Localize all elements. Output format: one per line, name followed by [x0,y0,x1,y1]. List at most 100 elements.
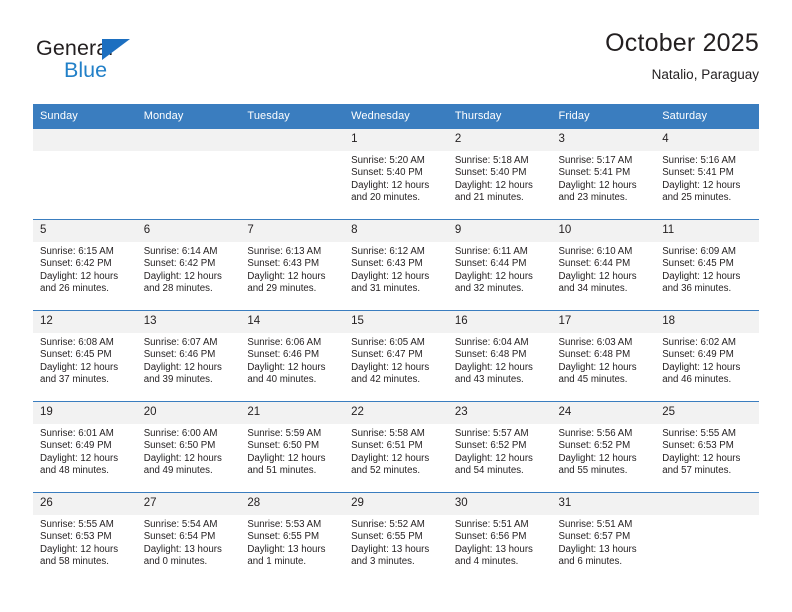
sunrise-text: Sunrise: 5:55 AM [40,519,114,530]
day-cell[interactable]: 8 Sunrise: 6:12 AM Sunset: 6:43 PM Daylight… [344,219,448,311]
day-details: Sunrise: 5:57 AM Sunset: 6:52 PM Daylight:… [448,424,552,478]
weekday-header-tuesday: Tuesday [240,104,345,129]
day-cell[interactable]: 21 Sunrise: 5:59 AM Sunset: 6:50 PM Dayligh… [240,401,345,493]
daylight-text: Daylight: 12 hours and 43 minutes. [454,361,533,386]
day-cell[interactable]: 15 Sunrise: 6:05 AM Sunset: 6:47 PM Dayligh… [344,310,448,402]
day-number: 7 [240,220,345,242]
sunrise-text: Sunrise: 5:17 AM [558,155,633,166]
day-cell[interactable]: 24 Sunrise: 5:56 AM Sunset: 6:52 PM Dayligh… [551,401,656,493]
day-number [240,129,345,151]
daylight-text: Daylight: 12 hours and 55 minutes. [558,452,637,477]
sunrise-text: Sunrise: 6:09 AM [662,246,736,257]
sunset-text: Sunset: 6:55 PM [247,531,320,543]
sunset-text: Sunset: 6:56 PM [454,531,527,543]
day-details: Sunrise: 6:04 AM Sunset: 6:48 PM Daylight:… [448,333,552,387]
sunset-text: Sunset: 6:50 PM [143,440,216,452]
day-cell[interactable]: 1 Sunrise: 5:20 AM Sunset: 5:40 PM Daylight… [344,128,448,220]
day-cell[interactable]: 19 Sunrise: 6:01 AM Sunset: 6:49 PM Dayligh… [33,401,137,493]
sunrise-text: Sunrise: 6:08 AM [40,337,114,348]
day-number: 14 [240,311,345,333]
day-cell[interactable]: 4 Sunrise: 5:16 AM Sunset: 5:41 PM Daylight… [655,128,759,220]
daylight-text: Daylight: 12 hours and 25 minutes. [662,179,741,204]
daylight-text: Daylight: 12 hours and 54 minutes. [454,452,533,477]
day-cell[interactable]: 9 Sunrise: 6:11 AM Sunset: 6:44 PM Daylight… [447,219,552,311]
calendar-week-row: 1 Sunrise: 5:20 AM Sunset: 5:40 PM Daylight… [33,128,759,220]
day-cell[interactable]: 18 Sunrise: 6:02 AM Sunset: 6:49 PM Dayligh… [655,310,759,402]
day-cell-empty [655,492,759,584]
sunset-text: Sunset: 6:54 PM [143,531,216,543]
day-cell[interactable]: 27 Sunrise: 5:54 AM Sunset: 6:54 PM Dayligh… [136,492,241,584]
day-cell[interactable]: 10 Sunrise: 6:10 AM Sunset: 6:44 PM Dayligh… [551,219,656,311]
daylight-text: Daylight: 12 hours and 45 minutes. [558,361,637,386]
day-details: Sunrise: 6:08 AM Sunset: 6:45 PM Daylight:… [33,333,137,387]
day-cell[interactable]: 5 Sunrise: 6:15 AM Sunset: 6:42 PM Daylight… [33,219,137,311]
day-cell[interactable]: 11 Sunrise: 6:09 AM Sunset: 6:45 PM Dayligh… [655,219,759,311]
day-details: Sunrise: 5:52 AM Sunset: 6:55 PM Daylight:… [344,515,448,569]
day-details: Sunrise: 5:55 AM Sunset: 6:53 PM Daylight:… [655,424,759,478]
day-cell[interactable]: 12 Sunrise: 6:08 AM Sunset: 6:45 PM Dayligh… [33,310,137,402]
daylight-text: Daylight: 12 hours and 42 minutes. [351,361,430,386]
day-number [655,493,759,515]
sunset-text: Sunset: 6:43 PM [351,258,423,270]
day-cell[interactable]: 29 Sunrise: 5:52 AM Sunset: 6:55 PM Dayligh… [344,492,448,584]
day-cell[interactable]: 7 Sunrise: 6:13 AM Sunset: 6:43 PM Daylight… [240,219,345,311]
day-cell[interactable]: 28 Sunrise: 5:53 AM Sunset: 6:55 PM Dayligh… [240,492,345,584]
weekday-header-wednesday: Wednesday [344,104,448,129]
day-cell[interactable]: 23 Sunrise: 5:57 AM Sunset: 6:52 PM Dayligh… [447,401,552,493]
day-cell[interactable]: 6 Sunrise: 6:14 AM Sunset: 6:42 PM Daylight… [136,219,241,311]
sunset-text: Sunset: 6:45 PM [662,258,734,270]
day-cell-empty [33,128,137,220]
sunset-text: Sunset: 6:46 PM [247,349,320,361]
day-number: 27 [136,493,241,515]
day-number: 13 [136,311,241,333]
sunrise-text: Sunrise: 6:01 AM [40,428,114,439]
day-number: 17 [551,311,656,333]
day-number: 12 [33,311,137,333]
sunrise-text: Sunrise: 6:14 AM [143,246,218,257]
sunset-text: Sunset: 6:46 PM [143,349,216,361]
day-cell[interactable]: 20 Sunrise: 6:00 AM Sunset: 6:50 PM Dayligh… [136,401,241,493]
sunrise-text: Sunrise: 5:56 AM [558,428,633,439]
daylight-text: Daylight: 13 hours and 0 minutes. [143,543,222,568]
day-number [33,129,137,151]
day-cell[interactable]: 3 Sunrise: 5:17 AM Sunset: 5:41 PM Daylight… [551,128,656,220]
general-blue-logo[interactable]: General Blue [36,36,206,88]
day-number: 1 [344,129,448,151]
calendar-week-row: 12 Sunrise: 6:08 AM Sunset: 6:45 PM Dayligh… [33,310,759,402]
daylight-text: Daylight: 12 hours and 23 minutes. [558,179,637,204]
day-cell[interactable]: 14 Sunrise: 6:06 AM Sunset: 6:46 PM Dayligh… [240,310,345,402]
sunrise-text: Sunrise: 5:52 AM [351,519,425,530]
day-cell[interactable]: 26 Sunrise: 5:55 AM Sunset: 6:53 PM Dayligh… [33,492,137,584]
day-details: Sunrise: 6:09 AM Sunset: 6:45 PM Daylight:… [655,242,759,296]
day-cell[interactable]: 25 Sunrise: 5:55 AM Sunset: 6:53 PM Dayligh… [655,401,759,493]
sunset-text: Sunset: 5:40 PM [454,167,527,179]
day-cell[interactable]: 22 Sunrise: 5:58 AM Sunset: 6:51 PM Dayligh… [344,401,448,493]
calendar-week-row: 26 Sunrise: 5:55 AM Sunset: 6:53 PM Dayligh… [33,492,759,584]
weekday-header-row: Sunday Monday Tuesday Wednesday Thursday… [33,104,759,129]
day-number: 31 [551,493,656,515]
day-cell[interactable]: 2 Sunrise: 5:18 AM Sunset: 5:40 PM Daylight… [447,128,552,220]
sunset-text: Sunset: 6:48 PM [454,349,527,361]
daylight-text: Daylight: 12 hours and 40 minutes. [247,361,326,386]
page-subtitle: Natalio, Paraguay [651,67,759,82]
day-number: 8 [344,220,448,242]
day-cell[interactable]: 13 Sunrise: 6:07 AM Sunset: 6:46 PM Dayligh… [136,310,241,402]
sunset-text: Sunset: 6:42 PM [40,258,112,270]
day-number: 11 [655,220,759,242]
daylight-text: Daylight: 13 hours and 1 minute. [247,543,326,568]
daylight-text: Daylight: 13 hours and 4 minutes. [454,543,533,568]
day-details: Sunrise: 6:02 AM Sunset: 6:49 PM Daylight:… [655,333,759,387]
sunrise-text: Sunrise: 6:03 AM [558,337,633,348]
daylight-text: Daylight: 13 hours and 3 minutes. [351,543,430,568]
day-number: 25 [655,402,759,424]
day-cell[interactable]: 17 Sunrise: 6:03 AM Sunset: 6:48 PM Dayligh… [551,310,656,402]
weekday-header-monday: Monday [136,104,241,129]
sunrise-text: Sunrise: 5:20 AM [351,155,425,166]
day-cell[interactable]: 30 Sunrise: 5:51 AM Sunset: 6:56 PM Dayligh… [447,492,552,584]
day-cell[interactable]: 31 Sunrise: 5:51 AM Sunset: 6:57 PM Dayligh… [551,492,656,584]
day-cell-empty [136,128,241,220]
daylight-text: Daylight: 12 hours and 58 minutes. [40,543,119,568]
sunrise-text: Sunrise: 6:06 AM [247,337,322,348]
daylight-text: Daylight: 13 hours and 6 minutes. [558,543,637,568]
day-cell[interactable]: 16 Sunrise: 6:04 AM Sunset: 6:48 PM Dayligh… [447,310,552,402]
